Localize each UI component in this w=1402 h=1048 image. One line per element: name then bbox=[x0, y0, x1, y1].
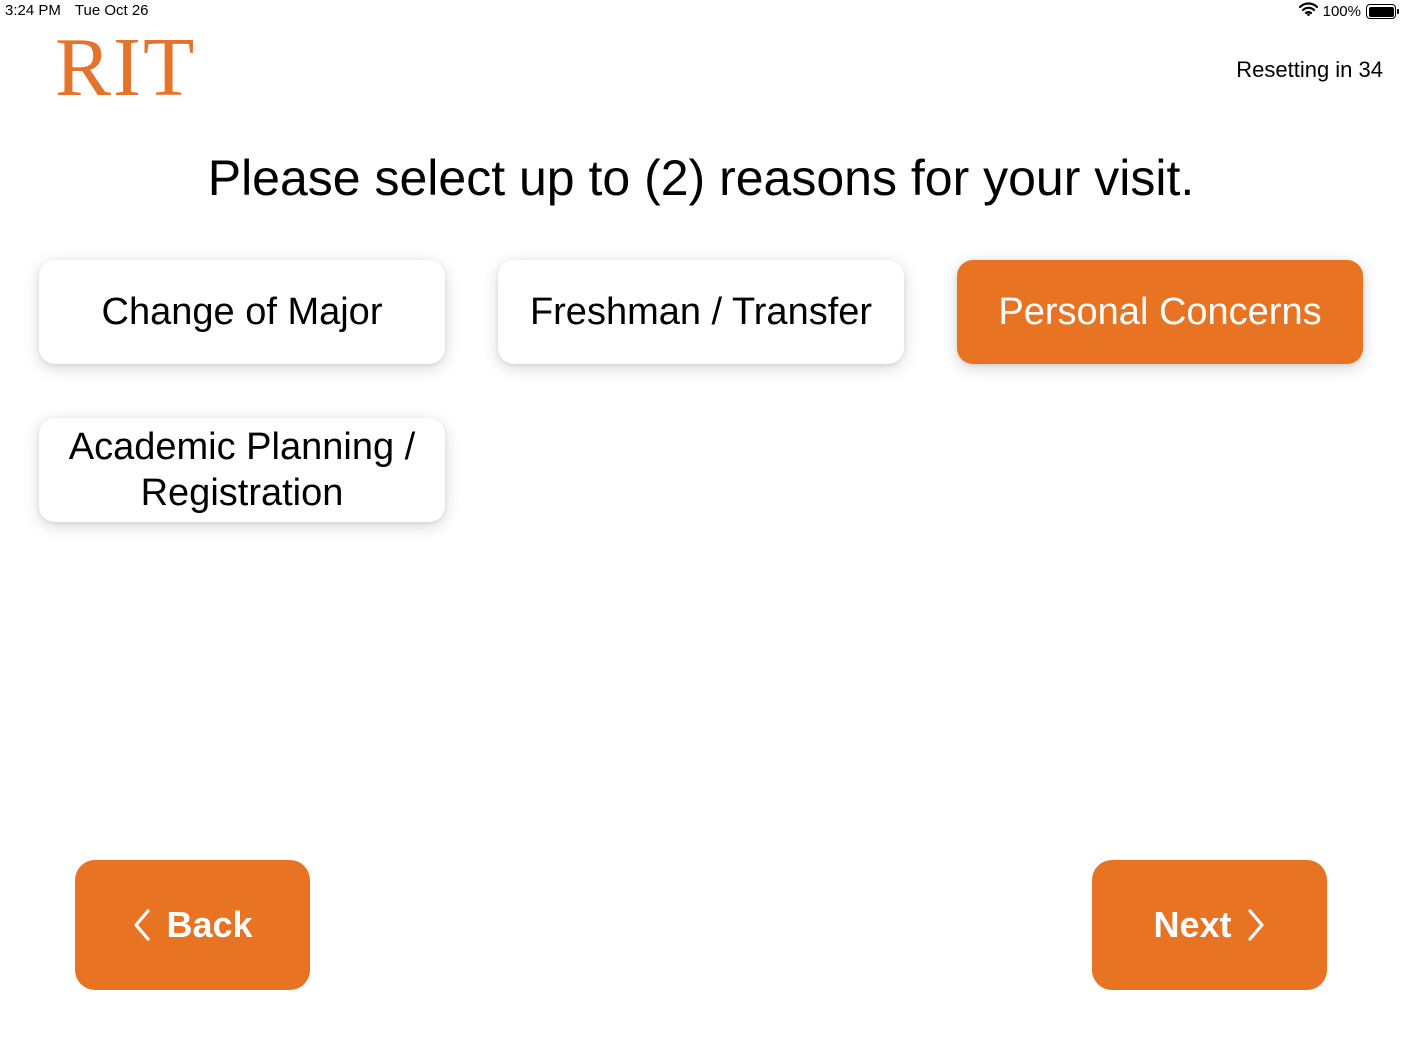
reset-countdown: Resetting in 34 bbox=[1236, 57, 1383, 82]
back-label: Back bbox=[166, 904, 253, 945]
status-time: 3:24 PM bbox=[5, 2, 61, 19]
page-title: Please select up to (2) reasons for your… bbox=[207, 150, 1195, 206]
reason-label: Personal Concerns bbox=[998, 291, 1322, 333]
chevron-left-icon bbox=[132, 908, 152, 942]
rit-logo: RIT bbox=[55, 21, 197, 114]
status-bar-right: 100% bbox=[1298, 2, 1399, 21]
wifi-icon bbox=[1298, 2, 1318, 21]
battery-percent: 100% bbox=[1322, 2, 1361, 20]
status-date: Tue Oct 26 bbox=[74, 2, 149, 19]
next-button[interactable]: Next bbox=[1092, 860, 1327, 990]
reason-label: Change of Major bbox=[101, 291, 383, 333]
status-bar-left: 3:24 PM Tue Oct 26 bbox=[5, 2, 149, 20]
chevron-right-icon bbox=[1246, 908, 1266, 942]
next-label: Next bbox=[1153, 904, 1232, 945]
kiosk-screen: 3:24 PM Tue Oct 26 100% RIT Resetting in… bbox=[0, 0, 1402, 1048]
reason-change-of-major-button[interactable]: Change of Major bbox=[39, 260, 445, 364]
back-button[interactable]: Back bbox=[75, 860, 310, 990]
reason-personal-concerns-button[interactable]: Personal Concerns bbox=[957, 260, 1363, 364]
reason-label: Academic Planning / Registration bbox=[68, 426, 416, 514]
reason-academic-planning-button[interactable]: Academic Planning / Registration bbox=[39, 418, 445, 522]
battery-full-icon bbox=[1366, 4, 1399, 19]
reason-label: Freshman / Transfer bbox=[529, 291, 873, 333]
reason-freshman-transfer-button[interactable]: Freshman / Transfer bbox=[498, 260, 904, 364]
